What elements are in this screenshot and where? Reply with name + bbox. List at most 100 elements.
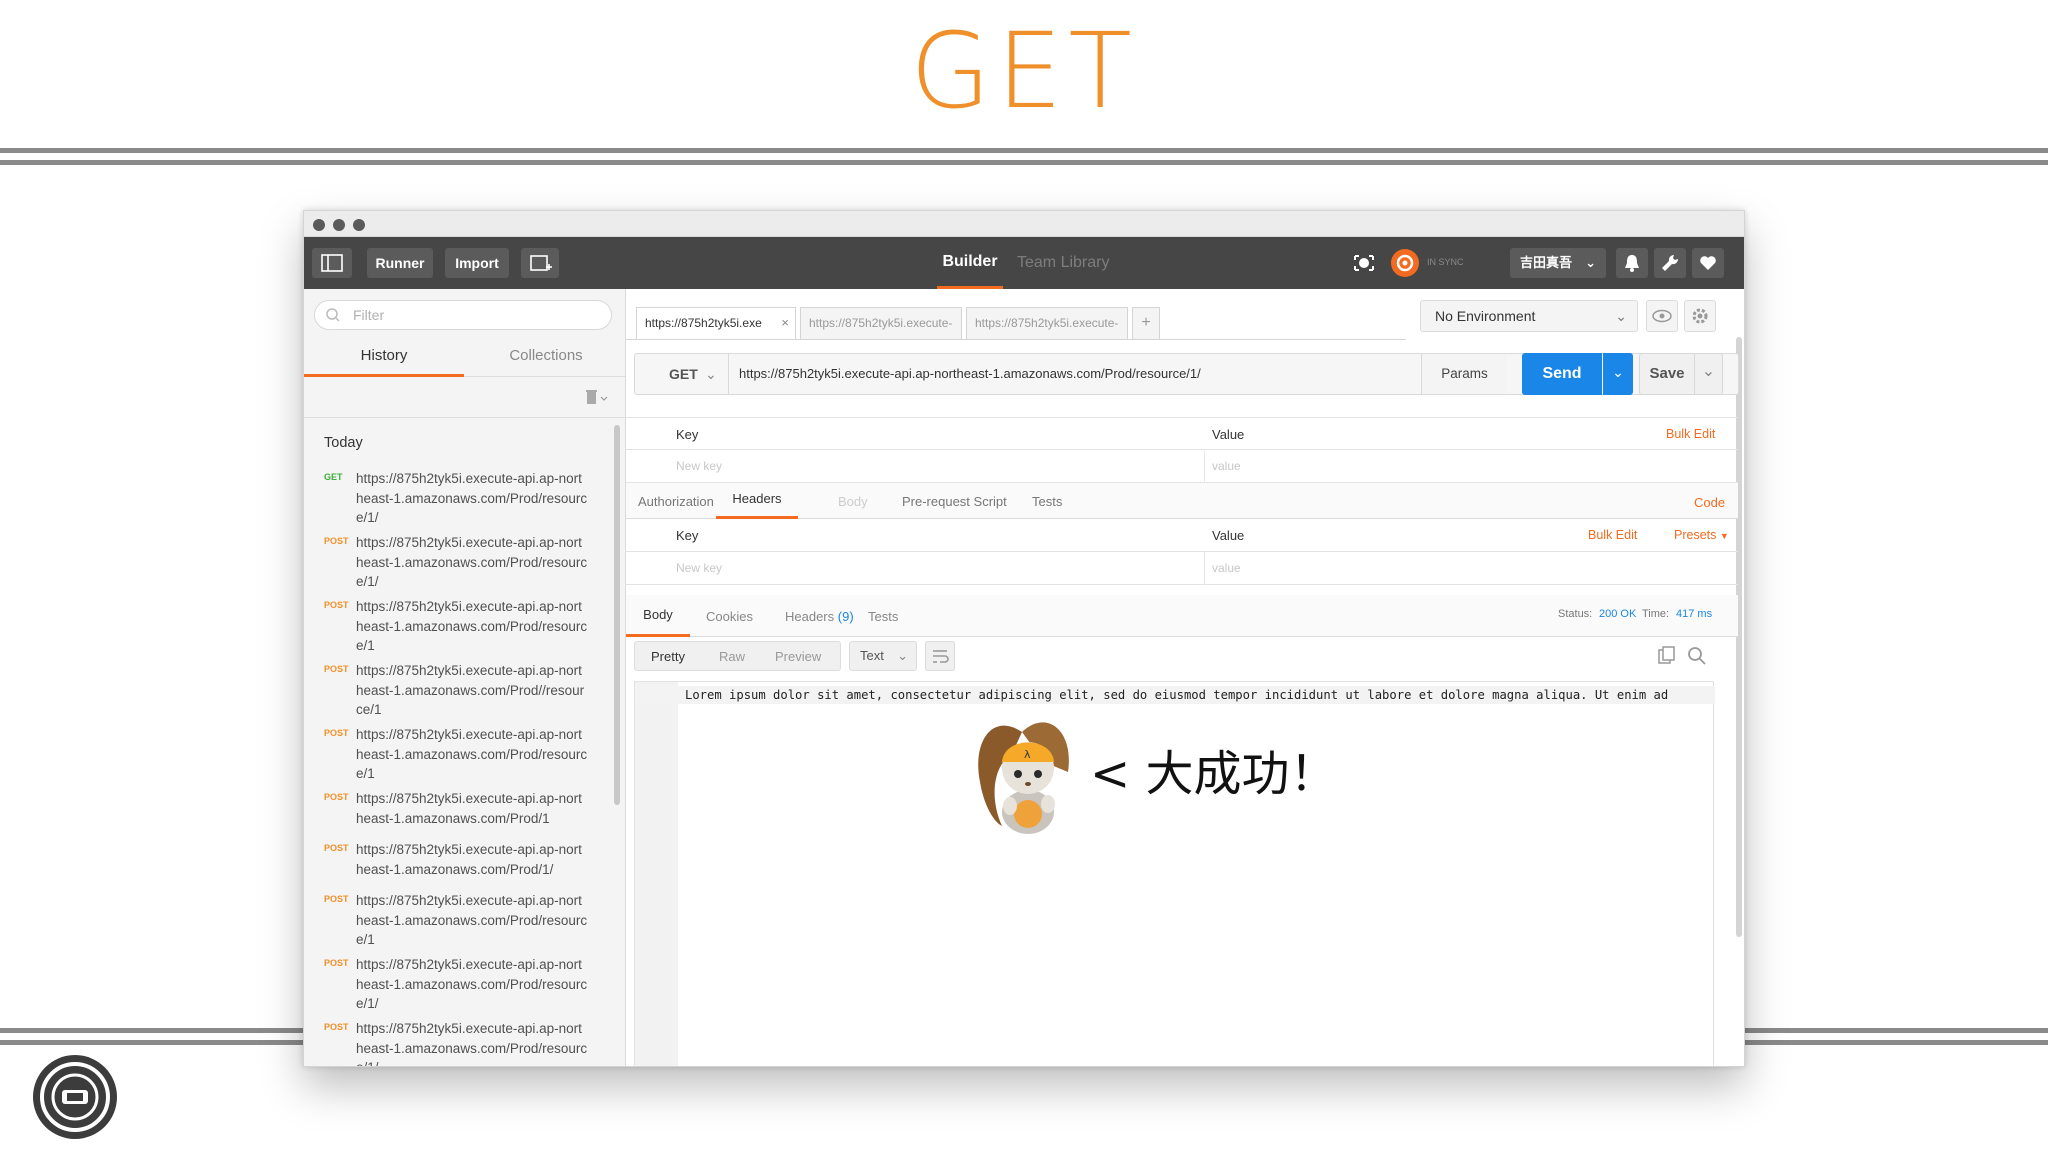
- sidebar-scrollbar[interactable]: [614, 425, 620, 805]
- history-url: https://875h2tyk5i.execute-api.ap-northe…: [356, 727, 588, 781]
- method-select[interactable]: GET ⌄: [635, 354, 729, 394]
- method-badge: POST: [324, 664, 349, 674]
- params-button[interactable]: Params: [1421, 354, 1507, 394]
- tab-team-library[interactable]: Team Library: [1017, 237, 1127, 289]
- history-item[interactable]: POST https://875h2tyk5i.execute-api.ap-n…: [324, 891, 614, 949]
- code-link[interactable]: Code: [1694, 495, 1725, 510]
- request-tab[interactable]: https://875h2tyk5i.execute-: [800, 307, 962, 339]
- history-item[interactable]: POST https://875h2tyk5i.execute-api.ap-n…: [324, 661, 614, 719]
- environment-select[interactable]: No Environment ⌄: [1420, 300, 1638, 332]
- sidebar-icon[interactable]: [312, 248, 352, 278]
- request-tab-active[interactable]: https://875h2tyk5i.exe ×: [636, 307, 796, 339]
- tab-builder[interactable]: Builder: [937, 237, 1003, 289]
- trash-icon[interactable]: [582, 387, 612, 407]
- sync-status: IN SYNC: [1427, 257, 1464, 267]
- method-badge: POST: [324, 600, 349, 610]
- caret-down-icon: ▼: [1719, 531, 1729, 541]
- tab-response-headers[interactable]: Headers (9): [785, 609, 854, 624]
- view-mode-group: Pretty Raw Preview: [634, 641, 841, 671]
- wrap-lines-icon[interactable]: [925, 641, 955, 671]
- params-new-value-input[interactable]: value: [1212, 459, 1241, 473]
- tab-headers[interactable]: Headers: [716, 483, 798, 519]
- tab-collections[interactable]: Collections: [466, 341, 625, 377]
- environment-label: No Environment: [1435, 308, 1536, 324]
- headers-new-key-input[interactable]: New key: [676, 561, 722, 575]
- tab-pre-request-script[interactable]: Pre-request Script: [902, 494, 1007, 509]
- request-tab-label: https://875h2tyk5i.execute-: [809, 316, 953, 330]
- new-window-icon[interactable]: [521, 248, 559, 278]
- headers-new-value-input[interactable]: value: [1212, 561, 1241, 575]
- user-menu-button[interactable]: 吉田真吾 ⌄: [1510, 248, 1606, 278]
- tab-body[interactable]: Body: [838, 494, 868, 509]
- close-window-icon[interactable]: [313, 219, 325, 231]
- format-select[interactable]: Text ⌄: [849, 641, 917, 671]
- close-tab-icon[interactable]: ×: [781, 308, 789, 338]
- tab-history[interactable]: History: [304, 341, 464, 377]
- view-raw-button[interactable]: Raw: [719, 649, 745, 664]
- tab-response-cookies[interactable]: Cookies: [706, 609, 753, 624]
- interceptor-icon[interactable]: [1349, 248, 1379, 278]
- search-response-icon[interactable]: [1686, 645, 1708, 667]
- status-value: 200 OK: [1599, 608, 1637, 620]
- bell-icon[interactable]: [1616, 248, 1648, 278]
- history-item[interactable]: POST https://875h2tyk5i.execute-api.ap-n…: [324, 597, 614, 655]
- save-button[interactable]: Save: [1639, 353, 1695, 395]
- params-bulk-edit-link[interactable]: Bulk Edit: [1666, 427, 1715, 441]
- divider-top: [0, 148, 2048, 153]
- zoom-window-icon[interactable]: [353, 219, 365, 231]
- copy-icon[interactable]: [1656, 645, 1678, 667]
- search-icon: [326, 308, 340, 322]
- squirrel-mascot-icon: λ: [978, 722, 1069, 834]
- history-url: https://875h2tyk5i.execute-api.ap-northe…: [356, 957, 588, 1011]
- method-badge: GET: [324, 472, 343, 482]
- request-tab-label: https://875h2tyk5i.execute-: [975, 316, 1119, 330]
- params-header-row: Key Value Bulk Edit: [626, 417, 1738, 450]
- response-body-line: Lorem ipsum dolor sit amet, consectetur …: [685, 688, 1669, 702]
- sidebar-tabs: History Collections: [304, 341, 625, 377]
- column-divider: [1204, 552, 1205, 585]
- chevron-down-icon: ⌄: [1585, 255, 1596, 270]
- time-label: Time:: [1642, 608, 1670, 620]
- request-tab[interactable]: https://875h2tyk5i.execute-: [966, 307, 1128, 339]
- presets-dropdown[interactable]: Presets ▼: [1674, 528, 1729, 542]
- history-item[interactable]: POST https://875h2tyk5i.execute-api.ap-n…: [324, 955, 614, 1013]
- history-item[interactable]: GET https://875h2tyk5i.execute-api.ap-no…: [324, 469, 614, 527]
- presets-label: Presets: [1674, 528, 1717, 542]
- history-url: https://875h2tyk5i.execute-api.ap-northe…: [356, 791, 582, 826]
- url-input[interactable]: https://875h2tyk5i.execute-api.ap-northe…: [739, 354, 1201, 394]
- eye-icon[interactable]: [1646, 300, 1678, 332]
- tab-tests[interactable]: Tests: [1032, 494, 1062, 509]
- save-options-chevron-icon[interactable]: ⌄: [1695, 353, 1723, 395]
- sync-icon[interactable]: [1391, 249, 1419, 277]
- view-preview-button[interactable]: Preview: [775, 649, 821, 664]
- minimize-window-icon[interactable]: [333, 219, 345, 231]
- gear-icon[interactable]: [1684, 300, 1716, 332]
- headers-header-row: Key Value Bulk Edit Presets ▼: [626, 519, 1738, 552]
- method-badge: POST: [324, 792, 349, 802]
- view-pretty-button[interactable]: Pretty: [651, 649, 685, 664]
- history-item[interactable]: POST https://875h2tyk5i.execute-api.ap-n…: [324, 840, 614, 880]
- history-item[interactable]: POST https://875h2tyk5i.execute-api.ap-n…: [324, 789, 614, 829]
- history-item[interactable]: POST https://875h2tyk5i.execute-api.ap-n…: [324, 1019, 614, 1066]
- status-label: Status:: [1558, 608, 1593, 620]
- headers-bulk-edit-link[interactable]: Bulk Edit: [1588, 528, 1637, 542]
- params-value-header: Value: [1212, 427, 1245, 442]
- filter-input[interactable]: Filter: [314, 300, 612, 330]
- heart-icon[interactable]: [1692, 248, 1724, 278]
- send-button[interactable]: Send: [1522, 353, 1602, 395]
- runner-button[interactable]: Runner: [367, 248, 433, 278]
- send-options-chevron-icon[interactable]: ⌄: [1603, 353, 1633, 395]
- new-tab-plus-icon[interactable]: +: [1132, 307, 1160, 339]
- wrench-icon[interactable]: [1654, 248, 1686, 278]
- method-badge: POST: [324, 958, 349, 968]
- import-button[interactable]: Import: [445, 248, 509, 278]
- response-headers-count: (9): [837, 609, 854, 624]
- tab-response-tests[interactable]: Tests: [868, 609, 898, 624]
- history-item[interactable]: POST https://875h2tyk5i.execute-api.ap-n…: [324, 725, 614, 783]
- history-item[interactable]: POST https://875h2tyk5i.execute-api.ap-n…: [324, 533, 614, 591]
- params-new-key-input[interactable]: New key: [676, 459, 722, 473]
- logo-icon: [33, 1055, 117, 1139]
- tab-response-body[interactable]: Body: [626, 595, 690, 637]
- tab-authorization[interactable]: Authorization: [638, 494, 714, 509]
- params-new-row: New key value: [626, 450, 1738, 483]
